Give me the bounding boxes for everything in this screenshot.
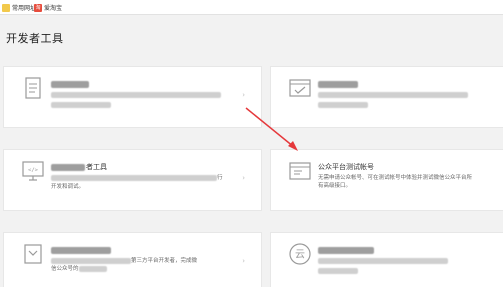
card-description [318,257,448,275]
tool-card-third-party[interactable]: 第三方平台开发者，完成微 信公众号的 › [3,232,262,287]
card-title [318,79,358,89]
folder-icon [2,3,10,12]
page-title: 开发者工具 [6,32,64,45]
cloud-icon: 云 [289,243,311,265]
bookmark-label: 常用网址 [12,5,37,12]
card-description: 无需申请公众帐号、可在测试帐号中体验并测试微信公众平台所 有高级接口。 [318,175,473,189]
chevron-right-icon: › [242,257,245,265]
svg-text:</>: </> [28,168,39,174]
svg-text:云: 云 [295,250,305,261]
card-title [51,245,111,255]
taobao-icon: 淘 [34,3,42,12]
browser-check-icon [289,79,311,97]
tool-card-docs[interactable]: › [3,66,262,128]
chevron-right-icon: › [242,91,245,99]
card-description [318,91,468,109]
tool-card-test-account[interactable]: 公众平台测试帐号 无需申请公众帐号、可在测试帐号中体验并测试微信公众平台所 有高… [270,149,503,211]
test-account-icon [289,162,311,180]
tool-card-devtools[interactable]: </> 者工具 行 开发和调试。 › [3,149,262,211]
bookmark-taobao[interactable]: 淘 爱淘宝 [34,2,62,13]
card-title [51,79,89,89]
card-description [51,91,221,109]
card-description: 第三方平台开发者，完成微 信公众号的 [51,257,198,272]
card-title: 公众平台测试帐号 [318,163,374,171]
bookmark-folder[interactable]: 常用网址 [2,2,36,13]
card-title: 者工具 [51,162,107,172]
chevron-right-icon: › [242,174,245,182]
document-icon [25,77,41,99]
tool-card-cloud[interactable]: 云 [270,232,503,287]
card-description: 行 开发和调试。 [51,174,223,190]
bookmarks-bar: 常用网址 淘 爱淘宝 [0,0,503,15]
bookmark-label: 爱淘宝 [44,5,63,12]
code-monitor-icon: </> [22,161,44,181]
tool-card-online-debug[interactable] [270,66,503,128]
third-party-icon [24,244,42,264]
card-title [318,245,374,255]
